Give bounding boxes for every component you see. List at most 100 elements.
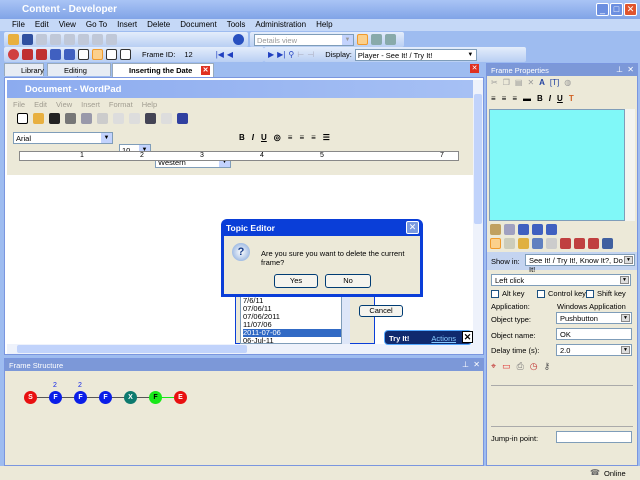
frame-node[interactable]: F <box>99 391 112 404</box>
paste-icon[interactable] <box>145 113 156 124</box>
paste-frame-icon[interactable] <box>560 238 571 249</box>
copy-icon[interactable]: ❐ <box>503 78 510 87</box>
prev-frame-icon[interactable]: ◀ <box>227 50 233 59</box>
italic-icon[interactable]: I <box>252 133 254 142</box>
fill-icon[interactable] <box>532 238 543 249</box>
menu-go-to[interactable]: Go To <box>86 19 113 31</box>
control-key-checkbox[interactable]: Control key <box>537 289 586 299</box>
frame-node[interactable]: E <box>174 391 187 404</box>
close-icon[interactable]: ✕ <box>627 65 634 74</box>
date-format-list[interactable]: 7/6/11 07/06/11 07/06/2011 11/07/06 2011-07-… <box>240 296 342 345</box>
print-preview-icon[interactable] <box>81 113 92 124</box>
wordpad-menu-insert[interactable]: Insert <box>81 100 100 109</box>
align-center-icon[interactable]: ≡ <box>299 133 304 142</box>
frame-node[interactable]: F <box>49 391 62 404</box>
color-icon[interactable]: ◎ <box>274 133 281 142</box>
list-icon[interactable] <box>504 238 515 249</box>
record-icon[interactable] <box>8 49 19 60</box>
save-icon[interactable] <box>22 34 33 45</box>
split-horizontal-icon[interactable] <box>371 34 382 45</box>
edit-icon[interactable] <box>78 49 89 60</box>
shift-key-checkbox[interactable]: Shift key <box>586 289 626 299</box>
check-icon[interactable] <box>490 238 501 249</box>
menu-document[interactable]: Document <box>180 19 222 31</box>
copy-frame-icon[interactable] <box>546 238 557 249</box>
dialog-close-button[interactable]: ✕ <box>406 221 419 234</box>
menu-tools[interactable]: Tools <box>227 19 252 31</box>
folder-icon[interactable] <box>518 238 529 249</box>
wordpad-menu-view[interactable]: View <box>56 100 72 109</box>
paste-icon[interactable]: ▤ <box>515 78 523 87</box>
justify-icon[interactable]: ▬ <box>523 94 531 103</box>
frame-node[interactable]: S <box>24 391 37 404</box>
link-icon[interactable] <box>64 49 75 60</box>
open-icon[interactable] <box>8 34 19 45</box>
tab-editing-basics[interactable]: Editing Basics <box>47 63 111 84</box>
align-right-icon[interactable]: ≡ <box>311 133 316 142</box>
alt-key-checkbox[interactable]: Alt key <box>491 289 525 299</box>
help-icon[interactable] <box>233 34 244 45</box>
bubble-position-icon[interactable] <box>532 224 543 235</box>
new-icon[interactable] <box>17 113 28 124</box>
display-combo[interactable]: Player - See It! / Try It! ▼ <box>354 48 477 61</box>
align-left-icon[interactable]: ≡ <box>288 133 293 142</box>
font-style-icon[interactable] <box>602 238 613 249</box>
no-button[interactable]: No <box>325 274 371 288</box>
action-icon[interactable] <box>490 224 501 235</box>
font-combo[interactable]: Arial ▼ <box>13 132 113 144</box>
maximize-button[interactable]: □ <box>610 3 623 16</box>
bubble-icon[interactable] <box>518 224 529 235</box>
menu-view[interactable]: View <box>59 19 82 31</box>
tab-library[interactable]: Library <box>4 63 44 76</box>
undo-icon[interactable] <box>161 113 172 124</box>
close-tab-icon[interactable]: ✕ <box>201 66 210 75</box>
find-icon[interactable] <box>97 113 108 124</box>
redo-icon[interactable] <box>92 34 103 45</box>
jump-in-input[interactable] <box>556 431 632 443</box>
text-scrollbar[interactable] <box>625 109 635 221</box>
layout-icon[interactable] <box>357 34 368 45</box>
indent-icon[interactable]: ⊢ <box>297 50 304 59</box>
italic-icon[interactable]: I <box>549 94 551 103</box>
print-icon[interactable] <box>65 113 76 124</box>
object-type-combo[interactable]: Pushbutton ▼ <box>556 312 632 324</box>
import-icon[interactable] <box>120 49 131 60</box>
align-left-icon[interactable]: ≡ <box>491 94 496 103</box>
align-right-icon[interactable]: ≡ <box>512 94 517 103</box>
text-color-icon[interactable]: T <box>569 94 574 103</box>
bubble-text-icon[interactable] <box>546 224 557 235</box>
find-icon[interactable] <box>106 34 117 45</box>
split-vertical-icon[interactable] <box>385 34 396 45</box>
screenshot-icon[interactable] <box>92 49 103 60</box>
wordpad-menu-format[interactable]: Format <box>109 100 133 109</box>
cancel-button[interactable]: Cancel <box>359 305 403 317</box>
action-combo[interactable]: Left click ▼ <box>491 274 631 286</box>
horizontal-scrollbar[interactable] <box>7 344 483 354</box>
frame-node[interactable]: X <box>124 391 137 404</box>
actions-link[interactable]: Actions <box>431 334 456 343</box>
menu-edit[interactable]: Edit <box>35 19 55 31</box>
outdent-icon[interactable]: ⊣ <box>307 50 314 59</box>
close-button[interactable]: ✕ <box>624 3 637 16</box>
cut-icon[interactable]: ✂ <box>491 78 498 87</box>
date-format-item[interactable]: 06-Jul-11 <box>243 337 341 345</box>
bullets-icon[interactable]: ☰ <box>323 133 330 142</box>
copy-icon[interactable] <box>50 34 61 45</box>
close-icon[interactable]: ✕ <box>462 331 473 343</box>
frame-text-editor[interactable] <box>489 109 625 221</box>
page-down-icon[interactable] <box>588 238 599 249</box>
copy-icon[interactable] <box>129 113 140 124</box>
close-icon[interactable]: ✕ <box>473 360 480 369</box>
click-target-icon[interactable]: ⌖ <box>491 361 496 372</box>
vertical-scrollbar[interactable] <box>473 80 483 344</box>
menu-insert[interactable]: Insert <box>117 19 143 31</box>
list-scrollbar[interactable] <box>342 296 350 344</box>
yes-button[interactable]: Yes <box>274 274 318 288</box>
undo-icon[interactable] <box>78 34 89 45</box>
insert-frame-icon[interactable] <box>22 49 33 60</box>
open-icon[interactable] <box>33 113 44 124</box>
view-combo[interactable]: Details view ▼ <box>254 33 354 46</box>
object-name-input[interactable]: OK <box>556 328 632 340</box>
wordpad-menu-help[interactable]: Help <box>142 100 157 109</box>
font-icon[interactable]: A <box>539 78 545 87</box>
